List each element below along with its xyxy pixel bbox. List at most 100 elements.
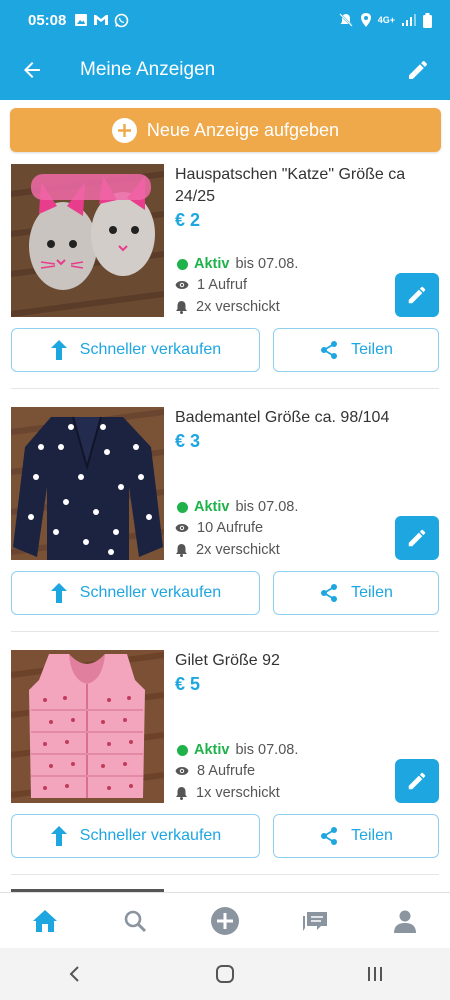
- listing-views: 8 Aufrufe: [175, 763, 255, 779]
- pencil-icon: [409, 61, 427, 79]
- signal-icon: [402, 14, 416, 26]
- network-label: 4G+: [377, 15, 395, 25]
- listing-photo-slippers[interactable]: [11, 164, 164, 317]
- share-icon: [321, 584, 338, 602]
- plus-icon: [111, 117, 137, 143]
- whatsapp-icon: [115, 13, 129, 27]
- sell-faster-button[interactable]: Schneller verkaufen: [11, 328, 260, 372]
- status-label: Aktiv: [194, 256, 230, 272]
- views-count: 1 Aufruf: [197, 277, 247, 293]
- clock: 05:08: [28, 11, 67, 29]
- nav-profile[interactable]: [375, 893, 435, 949]
- sent-count: 2x verschickt: [196, 542, 280, 558]
- listing-status: Aktiv bis 07.08.: [175, 256, 298, 272]
- bell-icon: [176, 787, 187, 800]
- edit-listing-button[interactable]: [395, 759, 439, 803]
- nav-home[interactable]: [15, 893, 75, 949]
- bottom-nav: [0, 892, 450, 948]
- nav-search[interactable]: [105, 893, 165, 949]
- status-dot-icon: [177, 501, 188, 513]
- listing-photo-bathrobe[interactable]: [11, 407, 164, 560]
- messages-icon: [303, 911, 327, 931]
- bell-icon: [176, 544, 187, 557]
- listing-sent: 2x verschickt: [175, 299, 280, 315]
- recents-icon: [368, 967, 382, 981]
- listing-price: € 3: [175, 431, 201, 451]
- divider: [11, 874, 439, 875]
- status-dot-icon: [177, 258, 188, 270]
- status-dot-icon: [177, 744, 188, 756]
- listing-title[interactable]: Hauspatschen "Katze" Größe ca 24/25: [175, 164, 440, 208]
- listing-views: 1 Aufruf: [175, 277, 247, 293]
- listing-item[interactable]: Gilet Größe 92 € 5 Aktiv bis 07.08. 8 Au…: [0, 646, 450, 889]
- gmail-icon: [94, 15, 109, 25]
- views-count: 10 Aufrufe: [197, 520, 264, 536]
- sent-count: 2x verschickt: [196, 299, 280, 315]
- share-label: Teilen: [351, 827, 393, 844]
- new-ad-button[interactable]: Neue Anzeige aufgeben: [10, 108, 441, 152]
- sell-faster-label: Schneller verkaufen: [79, 827, 222, 844]
- edit-listing-button[interactable]: [395, 516, 439, 560]
- edit-mode-button[interactable]: [390, 40, 446, 100]
- share-icon: [321, 341, 338, 359]
- arrow-up-icon: [50, 826, 67, 846]
- share-label: Teilen: [351, 341, 393, 358]
- status-until: bis 07.08.: [235, 742, 299, 758]
- back-button[interactable]: [2, 40, 62, 100]
- nav-post-ad[interactable]: [195, 893, 255, 949]
- pencil-icon: [408, 529, 426, 547]
- home-square-icon: [216, 965, 234, 983]
- home-icon: [33, 909, 57, 932]
- sell-faster-button[interactable]: Schneller verkaufen: [11, 571, 260, 615]
- listing-title[interactable]: Bademantel Größe ca. 98/104: [175, 407, 440, 429]
- listing-title[interactable]: Gilet Größe 92: [175, 650, 440, 672]
- pencil-icon: [408, 772, 426, 790]
- system-recents-button[interactable]: [345, 948, 405, 1000]
- system-home-button[interactable]: [195, 948, 255, 1000]
- location-icon: [360, 13, 371, 27]
- listing-sent: 2x verschickt: [175, 542, 280, 558]
- sell-faster-label: Schneller verkaufen: [79, 584, 222, 601]
- chevron-left-icon: [69, 966, 79, 982]
- nav-messages[interactable]: [285, 893, 345, 949]
- status-until: bis 07.08.: [235, 256, 299, 272]
- arrow-left-icon: [24, 62, 40, 78]
- listing-photo-gilet[interactable]: [11, 650, 164, 803]
- listing-list[interactable]: Hauspatschen "Katze" Größe ca 24/25 € 2 …: [0, 160, 450, 892]
- status-label: Aktiv: [194, 742, 230, 758]
- listing-item[interactable]: Hauspatschen "Katze" Größe ca 24/25 € 2 …: [0, 160, 450, 403]
- app-bar: Meine Anzeigen: [0, 40, 450, 100]
- system-nav: [0, 948, 450, 1000]
- system-back-button[interactable]: [45, 948, 105, 1000]
- arrow-up-icon: [50, 340, 67, 360]
- listing-price: € 5: [175, 674, 201, 694]
- eye-icon: [175, 767, 189, 775]
- bell-icon: [176, 301, 187, 314]
- edit-listing-button[interactable]: [395, 273, 439, 317]
- divider: [11, 631, 439, 632]
- sent-count: 1x verschickt: [196, 785, 280, 801]
- share-button[interactable]: Teilen: [273, 814, 439, 858]
- views-count: 8 Aufrufe: [197, 763, 256, 779]
- search-icon: [124, 910, 147, 932]
- status-label: Aktiv: [194, 499, 230, 515]
- profile-icon: [394, 910, 416, 933]
- share-label: Teilen: [351, 584, 393, 601]
- mute-icon: [339, 13, 353, 27]
- eye-icon: [175, 524, 189, 532]
- share-icon: [321, 827, 338, 845]
- listing-status: Aktiv bis 07.08.: [175, 499, 298, 515]
- divider: [11, 388, 439, 389]
- status-until: bis 07.08.: [235, 499, 299, 515]
- listing-sent: 1x verschickt: [175, 785, 280, 801]
- share-button[interactable]: Teilen: [273, 328, 439, 372]
- listing-item[interactable]: Bademantel Größe ca. 98/104 € 3 Aktiv bi…: [0, 403, 450, 646]
- listing-views: 10 Aufrufe: [175, 520, 263, 536]
- add-circle-icon: [211, 906, 239, 935]
- share-button[interactable]: Teilen: [273, 571, 439, 615]
- sell-faster-button[interactable]: Schneller verkaufen: [11, 814, 260, 858]
- status-bar: 05:08 4G+: [0, 0, 450, 40]
- page-title: Meine Anzeigen: [80, 59, 216, 80]
- listing-price: € 2: [175, 210, 201, 230]
- arrow-up-icon: [50, 583, 67, 603]
